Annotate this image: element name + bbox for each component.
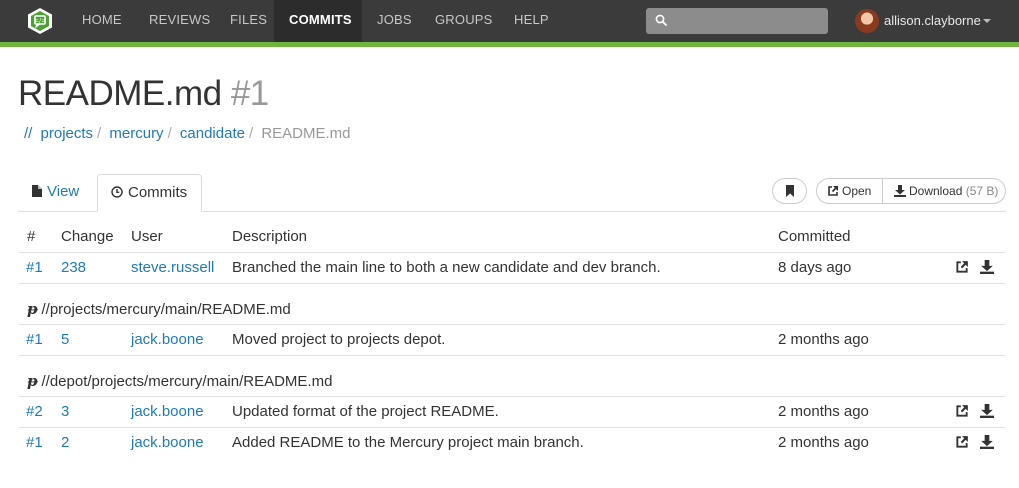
row-description: Updated format of the project README. — [232, 403, 499, 420]
tab-commits-label: Commits — [128, 184, 188, 201]
nav-home[interactable]: HOME — [82, 0, 122, 42]
top-navbar: </> HOME REVIEWS FILES COMMITS JOBS GROU… — [0, 0, 1019, 47]
breadcrumb-separator: / — [248, 125, 254, 142]
external-open-icon — [828, 186, 838, 196]
breadcrumb-mercury[interactable]: mercury — [109, 125, 163, 142]
row-revision-link[interactable]: #1 — [26, 259, 43, 276]
user-avatar[interactable] — [855, 9, 879, 33]
user-menu-caret-icon[interactable] — [983, 19, 991, 23]
breadcrumb-projects[interactable]: projects — [41, 125, 94, 142]
breadcrumb-root[interactable]: // — [24, 125, 32, 142]
search-icon — [655, 14, 667, 26]
row-user-link[interactable]: steve.russell — [131, 259, 214, 276]
row-download-icon[interactable] — [980, 404, 994, 418]
branch-group-header: ᵽ//depot/projects/mercury/main/README.md — [27, 372, 332, 390]
download-size: (57 B) — [965, 184, 999, 198]
clock-icon — [111, 186, 123, 198]
column-header-description: Description — [232, 228, 308, 245]
row-committed: 2 months ago — [778, 331, 869, 348]
row-open-icon[interactable] — [955, 260, 969, 274]
row-revision-link[interactable]: #1 — [26, 331, 43, 348]
page-title-filename: README.md — [18, 74, 222, 113]
column-header-user: User — [131, 228, 163, 245]
row-divider — [18, 427, 1006, 428]
column-header-committed: Committed — [778, 228, 851, 245]
search-input[interactable] — [672, 11, 822, 31]
swarm-logo-icon[interactable]: </> — [27, 7, 53, 35]
search-box[interactable] — [646, 8, 828, 34]
row-committed: 8 days ago — [778, 259, 852, 276]
row-open-icon[interactable] — [955, 435, 969, 449]
row-user-link[interactable]: jack.boone — [131, 434, 204, 451]
row-change-link[interactable]: 3 — [61, 403, 69, 420]
nav-files[interactable]: FILES — [230, 0, 267, 42]
page-title-revision: #1 — [230, 74, 269, 113]
row-divider — [18, 355, 1006, 356]
row-divider — [18, 252, 1006, 253]
user-menu-name[interactable]: allison.clayborne — [884, 13, 981, 28]
breadcrumb: // projects / mercury / candidate / README.… — [24, 125, 351, 142]
row-committed: 2 months ago — [778, 403, 869, 420]
breadcrumb-separator: / — [167, 125, 172, 142]
file-icon — [32, 185, 42, 197]
row-divider — [18, 396, 1006, 397]
branch-group-header: ᵽ//projects/mercury/main/README.md — [27, 300, 291, 318]
column-header-num: # — [27, 228, 36, 245]
nav-commits[interactable]: COMMITS — [289, 0, 352, 42]
tab-view-label: View — [47, 183, 80, 200]
navbar-accent-bar — [0, 42, 1019, 47]
row-divider — [18, 324, 1006, 325]
row-download-icon[interactable] — [980, 260, 994, 274]
nav-jobs[interactable]: JOBS — [377, 0, 412, 42]
bookmark-icon — [785, 185, 794, 197]
breadcrumb-current: README.md — [261, 125, 351, 142]
bookmark-button[interactable] — [772, 178, 807, 204]
tab-view[interactable]: View — [18, 174, 96, 212]
row-user-link[interactable]: jack.boone — [131, 403, 204, 420]
nav-groups[interactable]: GROUPS — [435, 0, 493, 42]
row-description: Added README to the Mercury project main… — [232, 434, 584, 451]
open-button-label: Open — [842, 184, 872, 198]
nav-reviews[interactable]: REVIEWS — [149, 0, 210, 42]
column-header-change: Change — [61, 228, 114, 245]
row-user-link[interactable]: jack.boone — [131, 331, 204, 348]
row-change-link[interactable]: 238 — [61, 259, 86, 276]
svg-text:</>: </> — [34, 18, 46, 25]
row-description: Moved project to projects depot. — [232, 331, 446, 348]
row-revision-link[interactable]: #2 — [26, 403, 43, 420]
row-open-icon[interactable] — [955, 404, 969, 418]
download-button[interactable]: Download (57 B) — [882, 178, 1006, 204]
download-button-label: Download — [909, 184, 963, 198]
row-divider — [18, 283, 1006, 284]
nav-help[interactable]: HELP — [514, 0, 549, 42]
row-change-link[interactable]: 2 — [61, 434, 69, 451]
breadcrumb-candidate[interactable]: candidate — [180, 125, 245, 142]
page-title: README.md #1 — [18, 74, 269, 114]
branch-path: //projects/mercury/main/README.md — [41, 301, 291, 318]
row-download-icon[interactable] — [980, 435, 994, 449]
open-button[interactable]: Open — [816, 178, 883, 204]
row-description: Branched the main line to both a new can… — [232, 259, 661, 276]
tab-commits[interactable]: Commits — [97, 174, 202, 212]
download-icon — [894, 185, 906, 197]
branch-path: //depot/projects/mercury/main/README.md — [41, 373, 333, 390]
breadcrumb-separator: / — [97, 125, 102, 142]
row-revision-link[interactable]: #1 — [26, 434, 43, 451]
row-change-link[interactable]: 5 — [61, 331, 69, 348]
branch-icon: ᵽ — [27, 372, 38, 390]
branch-icon: ᵽ — [27, 300, 38, 318]
row-committed: 2 months ago — [778, 434, 869, 451]
